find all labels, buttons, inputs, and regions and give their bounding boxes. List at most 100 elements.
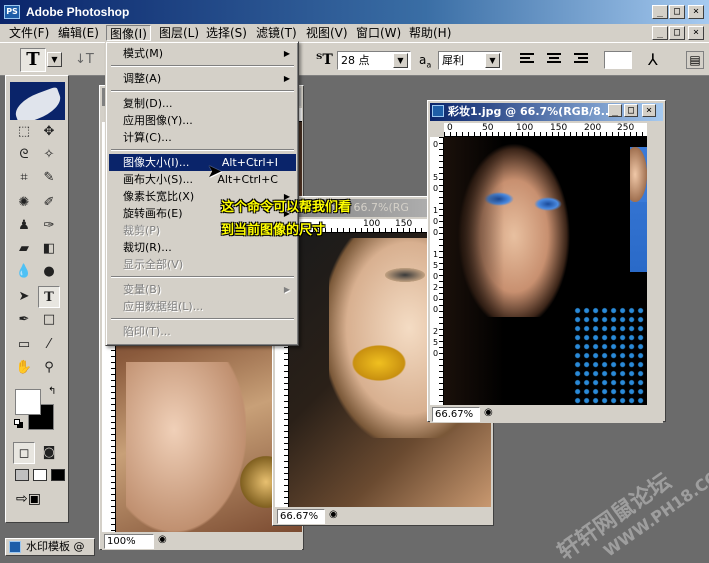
doc-window-front-minimize-button[interactable]: _: [608, 104, 622, 117]
menu-separator: [111, 65, 294, 67]
hand-tool-icon[interactable]: ✋: [13, 357, 35, 379]
history-brush-tool-icon[interactable]: ✑: [38, 215, 60, 237]
gradient-tool-icon[interactable]: ◧: [38, 238, 60, 260]
doc-window-front-maximize-button[interactable]: □: [624, 104, 638, 117]
image-menu-item[interactable]: 画布大小(S)... Alt+Ctrl+C: [109, 171, 296, 188]
submenu-arrow-icon: ▶: [283, 49, 290, 58]
magic-wand-tool-icon[interactable]: ✧: [38, 144, 60, 166]
path-selection-tool-icon[interactable]: ➤: [13, 286, 35, 308]
align-right-icon[interactable]: [572, 53, 588, 67]
lasso-tool-icon[interactable]: ᘓ: [13, 144, 35, 166]
minimized-doc-button[interactable]: 水印模板 @ ...: [5, 538, 95, 563]
screen-mode-menu-icon[interactable]: [33, 469, 47, 481]
tool-preset-picker[interactable]: T: [20, 48, 46, 72]
eraser-tool-icon[interactable]: ▰: [13, 238, 35, 260]
doc-window-front-vruler: 0 50 100 150 200 250: [430, 137, 444, 405]
adobe-feather-icon[interactable]: [10, 82, 65, 120]
doc-window-back-zoom-field[interactable]: 100%: [104, 534, 154, 549]
image-menu-item[interactable]: 复制(D)...: [109, 95, 296, 112]
image-menu-item-label: 模式(M): [123, 47, 164, 60]
palettes-icon[interactable]: ▤: [686, 51, 704, 69]
doc-window-front-ruler-tick: 50: [482, 123, 494, 133]
move-tool-icon[interactable]: ✥: [38, 121, 60, 143]
menu-filter[interactable]: 滤镜(T): [253, 25, 300, 41]
image-menu-item-label: 应用数据组(L)...: [123, 300, 204, 313]
doc-window-back-statusbar: 100% ◉: [102, 532, 302, 550]
menu-image[interactable]: 图像(I): [106, 25, 151, 41]
image-menu-item-label: 变量(B): [123, 283, 162, 296]
callout-line-2: 到当前图像的尺寸: [221, 223, 326, 238]
menu-window[interactable]: 窗口(W): [353, 25, 404, 41]
quick-mask-mode-icon[interactable]: ◙: [38, 442, 60, 464]
doc-restore-button[interactable]: □: [669, 26, 685, 40]
doc-window-front-title: 彩妆1.jpg @ 66.7%(RGB/8...: [448, 105, 614, 118]
standard-mode-icon[interactable]: ◻: [13, 442, 35, 464]
menu-help[interactable]: 帮助(H): [406, 25, 454, 41]
pen-tool-icon[interactable]: ✒: [13, 309, 35, 331]
close-button[interactable]: ×: [688, 5, 704, 19]
notes-tool-icon[interactable]: ▭: [13, 334, 35, 356]
tool-preset-chevron-down-icon[interactable]: ▼: [47, 52, 62, 67]
doc-window-middle-zoom-field[interactable]: 66.67%: [277, 509, 325, 524]
image-menu-item[interactable]: 模式(M) ▶: [109, 45, 296, 62]
doc-window-front-ruler-tick: 150: [550, 123, 568, 133]
image-menu-item[interactable]: 应用图像(Y)...: [109, 112, 296, 129]
doc-minimize-button[interactable]: _: [652, 26, 668, 40]
clone-stamp-tool-icon[interactable]: ♟: [13, 215, 35, 237]
anti-alias-chevron-down-icon[interactable]: ▼: [485, 53, 500, 68]
text-orientation-icon[interactable]: ↓T: [75, 52, 94, 67]
doc-window-front-close-button[interactable]: ×: [642, 104, 656, 117]
doc-window-front-icon[interactable]: [432, 105, 444, 117]
image-menu-item[interactable]: 图像大小(I)... Alt+Ctrl+I: [109, 154, 296, 171]
marquee-tool-icon[interactable]: ⬚: [13, 121, 35, 143]
crop-tool-icon[interactable]: ⌗: [13, 167, 35, 189]
image-menu-item-label: 陷印(T)...: [123, 325, 171, 338]
image-menu-dropdown: 模式(M) ▶ 调整(A) ▶ 复制(D)... 应用图像(Y)... 计算(C)... 图像…: [105, 41, 299, 346]
menu-select[interactable]: 选择(S): [203, 25, 250, 41]
doc-window-middle-statusbar: 66.67% ◉: [275, 507, 491, 525]
image-menu-item: 陷印(T)...: [109, 323, 296, 340]
swap-colors-icon[interactable]: ↰: [48, 386, 56, 397]
app-title: Adobe Photoshop: [26, 5, 130, 19]
doc-window-front-info-icon[interactable]: ◉: [484, 407, 493, 418]
jump-to-imageready-icon[interactable]: ⇨▣: [16, 491, 41, 507]
zoom-tool-icon[interactable]: ⚲: [38, 357, 60, 379]
doc-window-front-zoom-field[interactable]: 66.67%: [432, 407, 480, 422]
shape-tool-icon[interactable]: □: [38, 309, 60, 331]
doc-window-back-info-icon[interactable]: ◉: [158, 534, 167, 545]
doc-window-front: 彩妆1.jpg @ 66.7%(RGB/8... _ □ × 0 50 100 …: [427, 100, 666, 423]
image-menu-item[interactable]: 调整(A) ▶: [109, 70, 296, 87]
menu-edit[interactable]: 编辑(E): [55, 25, 102, 41]
menu-separator: [111, 90, 294, 92]
image-menu-item-label: 旋转画布(E): [123, 207, 183, 220]
menu-view[interactable]: 视图(V): [303, 25, 351, 41]
default-colors-icon[interactable]: [14, 419, 24, 429]
align-center-icon[interactable]: [546, 53, 562, 67]
warp-text-icon[interactable]: ⅄: [648, 50, 658, 69]
healing-brush-tool-icon[interactable]: ✺: [13, 192, 35, 214]
type-tool-icon[interactable]: T: [38, 286, 60, 308]
slice-tool-icon[interactable]: ✎: [38, 167, 60, 189]
brush-tool-icon[interactable]: ✐: [38, 192, 60, 214]
font-size-chevron-down-icon[interactable]: ▼: [393, 53, 408, 68]
doc-window-middle-info-icon[interactable]: ◉: [329, 509, 338, 520]
eyedropper-tool-icon[interactable]: ⁄: [38, 334, 60, 356]
menu-file[interactable]: 文件(F): [6, 25, 52, 41]
blur-tool-icon[interactable]: 💧: [13, 261, 35, 283]
align-left-icon[interactable]: [520, 53, 536, 67]
screen-mode-standard-icon[interactable]: [15, 469, 29, 481]
dodge-tool-icon[interactable]: ●: [38, 261, 60, 283]
maximize-button[interactable]: □: [669, 5, 685, 19]
minimize-button[interactable]: _: [652, 5, 668, 19]
doc-window-front-canvas[interactable]: [444, 137, 647, 405]
doc-close-button[interactable]: ×: [688, 26, 704, 40]
doc-window-front-statusbar: 66.67% ◉: [430, 405, 663, 423]
doc-window-front-ruler-tick: 100: [516, 123, 534, 133]
text-color-swatch[interactable]: [604, 51, 632, 69]
image-menu-item-label: 像素长宽比(X): [123, 190, 195, 203]
foreground-color-swatch[interactable]: [15, 389, 41, 415]
image-menu-item[interactable]: 计算(C)...: [109, 129, 296, 146]
menu-layer[interactable]: 图层(L): [156, 25, 202, 41]
image-menu-item[interactable]: 裁切(R)...: [109, 239, 296, 256]
screen-mode-full-icon[interactable]: [51, 469, 65, 481]
